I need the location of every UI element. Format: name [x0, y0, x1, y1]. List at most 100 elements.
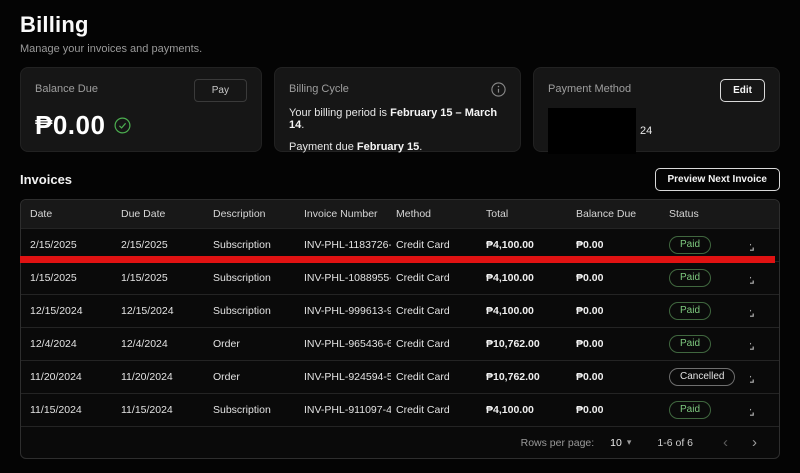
cell-invoice-number: INV-PHL-999613-9...	[304, 305, 391, 317]
col-header-status: Status	[669, 208, 699, 220]
download-invoice-button[interactable]	[750, 336, 757, 353]
cell-date: 11/20/2024	[30, 371, 82, 383]
status-badge: Cancelled	[669, 368, 736, 386]
previous-page-button[interactable]: ‹	[719, 435, 732, 450]
col-header-due-date: Due Date	[121, 208, 166, 220]
payment-method-card: Payment Method Edit 24	[533, 67, 780, 154]
cell-total: ₱10,762.00	[486, 371, 540, 383]
download-invoice-button[interactable]	[750, 303, 757, 320]
check-circle-icon	[114, 117, 131, 134]
cell-balance-due: ₱0.00	[576, 305, 604, 317]
chevron-left-icon: ‹	[723, 434, 728, 451]
cell-description: Order	[213, 338, 240, 350]
pagination-range: 1-6 of 6	[657, 436, 693, 449]
rows-per-page-label: Rows per page:	[520, 436, 595, 449]
cell-due-date: 11/15/2024	[121, 404, 173, 416]
cell-due-date: 1/15/2025	[121, 272, 168, 284]
cell-total: ₱4,100.00	[486, 272, 534, 284]
col-header-balance-due: Balance Due	[576, 208, 637, 220]
cell-method: Credit Card	[396, 272, 450, 284]
cell-method: Credit Card	[396, 371, 450, 383]
preview-next-invoice-button[interactable]: Preview Next Invoice	[654, 168, 780, 191]
cell-total: ₱4,100.00	[486, 305, 534, 317]
status-badge: Paid	[669, 335, 712, 353]
cell-balance-due: ₱0.00	[576, 338, 604, 350]
card-last-digits: 24	[640, 125, 653, 137]
cell-balance-due: ₱0.00	[576, 371, 604, 383]
cell-method: Credit Card	[396, 239, 450, 251]
cell-due-date: 2/15/2025	[121, 239, 168, 251]
cell-date: 12/15/2024	[30, 305, 83, 317]
billing-cycle-label: Billing Cycle	[289, 83, 349, 95]
cell-balance-due: ₱0.00	[576, 239, 604, 251]
download-invoice-button[interactable]	[750, 237, 757, 254]
table-row: 11/15/2024 11/15/2024 Subscription INV-P…	[21, 393, 779, 426]
cell-invoice-number: INV-PHL-1088955-...	[304, 272, 391, 284]
cell-invoice-number: INV-PHL-965436-6...	[304, 338, 391, 350]
cell-description: Subscription	[213, 404, 271, 416]
cell-description: Subscription	[213, 239, 271, 251]
col-header-description: Description	[213, 208, 266, 220]
table-row: 2/15/2025 2/15/2025 Subscription INV-PHL…	[21, 228, 779, 261]
cell-balance-due: ₱0.00	[576, 404, 604, 416]
cell-due-date: 11/20/2024	[121, 371, 173, 383]
cell-method: Credit Card	[396, 338, 450, 350]
balance-due-card: Balance Due Pay ₱0.00	[20, 67, 262, 152]
download-invoice-button[interactable]	[750, 402, 757, 419]
pay-button[interactable]: Pay	[193, 79, 247, 102]
billing-period-text: Your billing period is February 15 – Mar…	[289, 107, 498, 131]
status-badge: Paid	[669, 269, 712, 287]
page-subtitle: Manage your invoices and payments.	[20, 43, 203, 55]
billing-cycle-card: Billing Cycle Your billing period is Feb…	[274, 67, 521, 153]
status-badge: Paid	[669, 236, 712, 254]
cell-total: ₱4,100.00	[486, 239, 534, 251]
table-row: 11/20/2024 11/20/2024 Order INV-PHL-9245…	[21, 360, 779, 393]
cell-invoice-number: INV-PHL-1183726-3...	[304, 239, 391, 251]
table-row: 1/15/2025 1/15/2025 Subscription INV-PHL…	[21, 261, 779, 294]
cell-description: Subscription	[213, 305, 271, 317]
payment-due-text: Payment due February 15.	[289, 141, 423, 153]
download-invoice-button[interactable]	[750, 369, 757, 386]
status-badge: Paid	[669, 401, 712, 419]
chevron-right-icon: ›	[752, 434, 757, 451]
redacted-card-number	[548, 108, 636, 154]
cell-total: ₱10,762.00	[486, 338, 540, 350]
status-badge: Paid	[669, 302, 712, 320]
table-header-row: Date Due Date Description Invoice Number…	[21, 200, 779, 228]
balance-due-label: Balance Due	[35, 83, 98, 95]
col-header-method: Method	[396, 208, 432, 220]
balance-amount: ₱0.00	[35, 110, 106, 140]
next-page-button[interactable]: ›	[748, 435, 761, 450]
cell-date: 11/15/2024	[30, 404, 82, 416]
cell-date: 12/4/2024	[30, 338, 77, 350]
cell-date: 2/15/2025	[30, 239, 77, 251]
invoices-table: Date Due Date Description Invoice Number…	[20, 199, 780, 459]
page-title: Billing	[20, 12, 89, 37]
rows-per-page-select[interactable]: 10 ▾	[610, 437, 631, 449]
cell-invoice-number: INV-PHL-911097-40...	[304, 404, 391, 416]
cell-due-date: 12/4/2024	[121, 338, 168, 350]
cell-total: ₱4,100.00	[486, 404, 534, 416]
cell-date: 1/15/2025	[30, 272, 77, 284]
cell-balance-due: ₱0.00	[576, 272, 604, 284]
invoices-table-wrap: Date Due Date Description Invoice Number…	[20, 199, 780, 459]
table-pagination: Rows per page: 10 ▾ 1-6 of 6 ‹ ›	[21, 426, 779, 458]
cell-due-date: 12/15/2024	[121, 305, 174, 317]
info-icon[interactable]	[491, 79, 506, 97]
table-row: 12/15/2024 12/15/2024 Subscription INV-P…	[21, 294, 779, 327]
chevron-down-icon: ▾	[626, 437, 632, 447]
cell-invoice-number: INV-PHL-924594-51...	[304, 371, 391, 383]
col-header-date: Date	[30, 208, 53, 220]
cell-description: Subscription	[213, 272, 271, 284]
cell-method: Credit Card	[396, 404, 450, 416]
col-header-total: Total	[486, 208, 509, 220]
col-header-invoice-number: Invoice Number	[304, 208, 378, 220]
cell-description: Order	[213, 371, 240, 383]
rows-per-page-value: 10	[610, 436, 622, 449]
payment-method-label: Payment Method	[548, 83, 632, 95]
summary-cards: Balance Due Pay ₱0.00 Billing Cycle Your…	[20, 67, 780, 154]
table-row: 12/4/2024 12/4/2024 Order INV-PHL-965436…	[21, 327, 779, 360]
invoices-title: Invoices	[20, 172, 73, 187]
edit-payment-button[interactable]: Edit	[720, 79, 765, 102]
download-invoice-button[interactable]	[750, 270, 757, 287]
